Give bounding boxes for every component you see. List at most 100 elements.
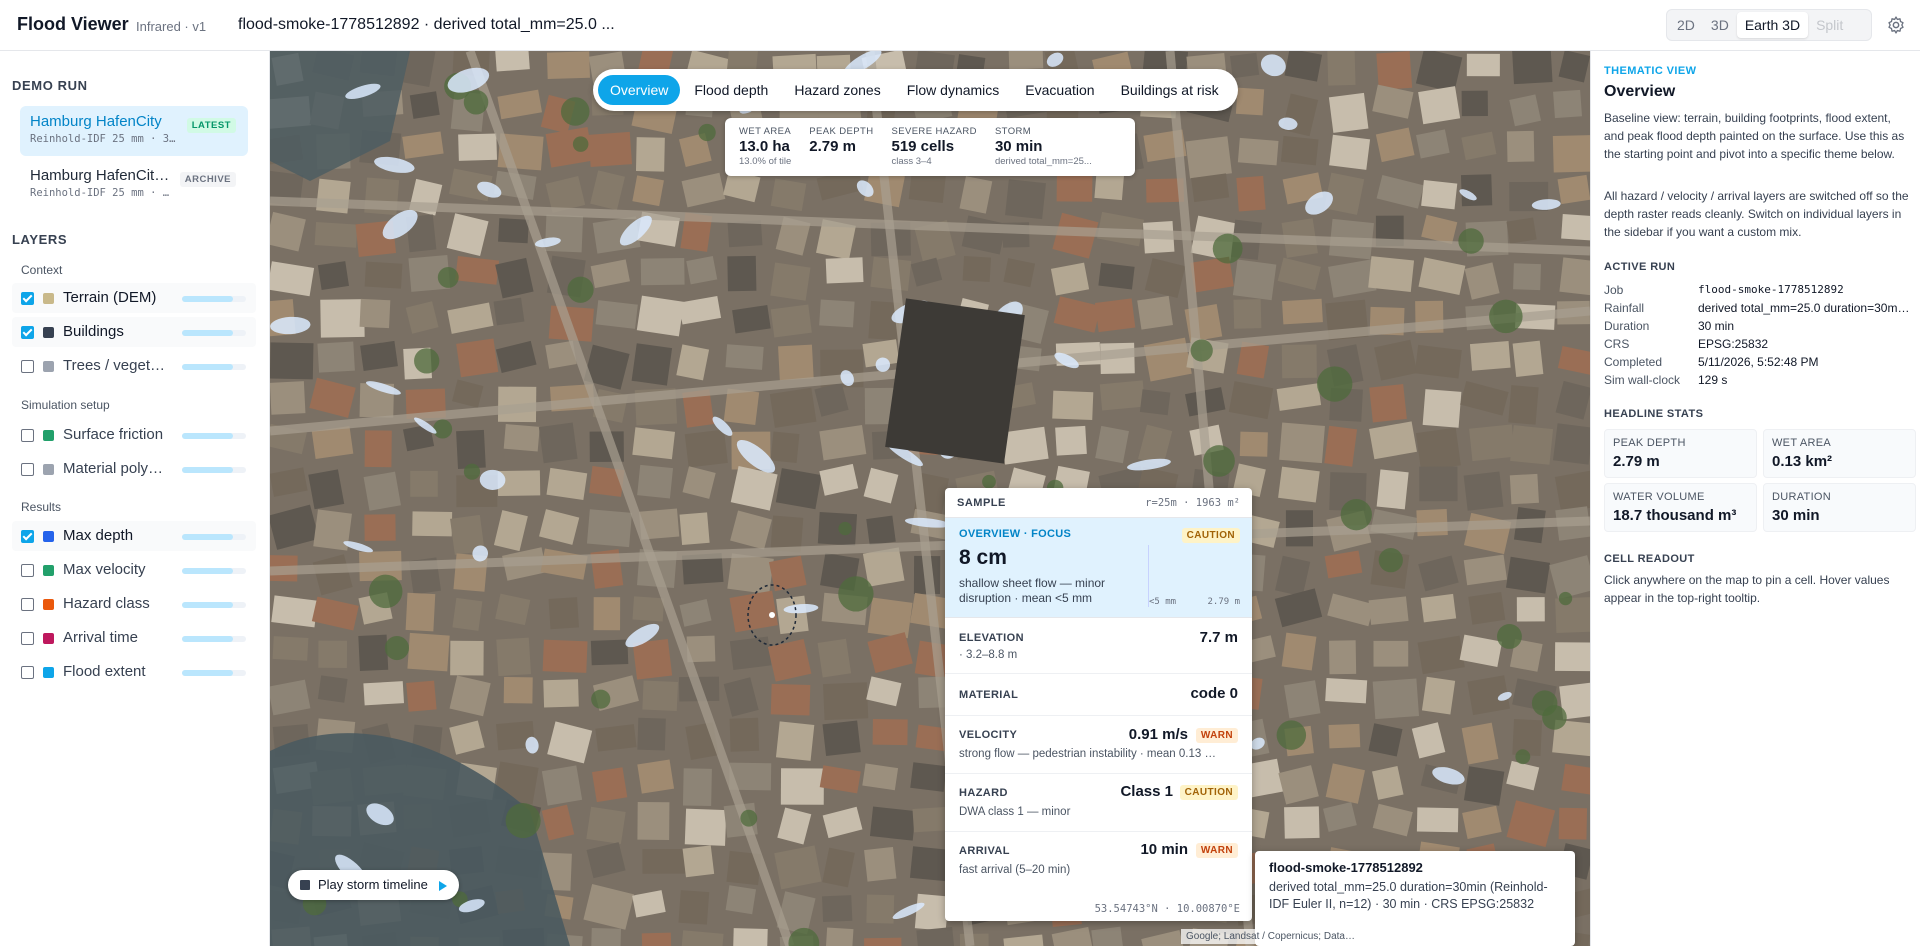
layer-row-arrival-time[interactable]: Arrival time xyxy=(12,623,256,653)
layer-opacity-slider[interactable] xyxy=(182,296,246,302)
tab-overview[interactable]: Overview xyxy=(598,75,681,105)
tab-evacuation[interactable]: Evacuation xyxy=(1013,75,1106,105)
layer-opacity-slider[interactable] xyxy=(182,433,246,439)
layer-row-max-velocity[interactable]: Max velocity xyxy=(12,555,256,585)
view-earth3d-button[interactable]: Earth 3D xyxy=(1736,12,1809,38)
elevation-value: 7.7 m xyxy=(1199,629,1238,646)
layer-checkbox[interactable] xyxy=(21,326,34,339)
layer-row-terrain[interactable]: Terrain (DEM) xyxy=(12,283,256,313)
play-storm-timeline-button[interactable]: Play storm timeline xyxy=(288,870,460,900)
view-split-button[interactable]: Split xyxy=(1808,12,1851,38)
layer-opacity-slider[interactable] xyxy=(182,534,246,540)
group-results: Results xyxy=(21,500,62,514)
opacity-fill xyxy=(182,467,234,473)
run-card-archive[interactable]: Hamburg HafenCit… Reinhold-IDF 25 mm · …… xyxy=(20,160,248,210)
tab-flow-dynamics[interactable]: Flow dynamics xyxy=(895,75,1012,105)
sample-panel: SAMPLE r=25m · 1963 m² OVERVIEW · FOCUS … xyxy=(945,488,1252,921)
tab-buildings-at-risk[interactable]: Buildings at risk xyxy=(1109,75,1231,105)
aerial-imagery xyxy=(270,51,1590,946)
thematic-view-title: Overview xyxy=(1604,83,1676,100)
top-bar: Flood Viewer Infrared · v1 flood-smoke-1… xyxy=(0,0,1920,51)
archive-badge: ARCHIVE xyxy=(179,172,236,187)
stat-storm: STORM 30 min derived total_mm=25... xyxy=(995,126,1092,168)
opacity-fill xyxy=(182,433,234,439)
layer-label: Trees / veget… xyxy=(63,357,165,374)
opacity-fill xyxy=(182,330,234,336)
headline-water-volume: WATER VOLUME 18.7 thousand m³ xyxy=(1604,483,1757,532)
play-icon xyxy=(439,880,448,891)
layer-checkbox[interactable] xyxy=(21,632,34,645)
layer-color-swatch xyxy=(43,361,54,372)
layer-row-material-polygons[interactable]: Material poly… xyxy=(12,454,256,484)
opacity-fill xyxy=(182,296,234,302)
layer-color-swatch xyxy=(43,464,54,475)
active-run-key: Completed xyxy=(1604,355,1663,369)
sample-coordinates: 53.54743°N · 10.00870°E xyxy=(1094,903,1240,915)
cell-readout-heading: CELL READOUT xyxy=(1604,553,1695,565)
gear-icon[interactable] xyxy=(1886,15,1906,35)
layer-label: Surface friction xyxy=(63,426,164,443)
view-2d-button[interactable]: 2D xyxy=(1669,12,1703,38)
caution-badge: CAUTION xyxy=(1181,528,1240,543)
layer-checkbox[interactable] xyxy=(21,292,34,305)
stat-card-value: 18.7 thousand m³ xyxy=(1613,507,1737,524)
app-title: Flood Viewer xyxy=(17,14,129,34)
headline-stats-heading: HEADLINE STATS xyxy=(1604,408,1704,420)
layer-checkbox[interactable] xyxy=(21,598,34,611)
pinned-cell-marker-icon[interactable] xyxy=(743,581,801,649)
group-simulation-setup: Simulation setup xyxy=(21,398,110,412)
layer-opacity-slider[interactable] xyxy=(182,568,246,574)
layer-checkbox[interactable] xyxy=(21,666,34,679)
group-context: Context xyxy=(21,263,63,277)
material-row: MATERIAL code 0 xyxy=(945,674,1252,716)
layer-opacity-slider[interactable] xyxy=(182,670,246,676)
layer-color-swatch xyxy=(43,531,54,542)
view-3d-button[interactable]: 3D xyxy=(1703,12,1737,38)
run-name: Hamburg HafenCity xyxy=(30,113,162,130)
tab-flood-depth[interactable]: Flood depth xyxy=(682,75,780,105)
layer-row-buildings[interactable]: Buildings xyxy=(12,317,256,347)
layer-checkbox[interactable] xyxy=(21,463,34,476)
active-run-key: Duration xyxy=(1604,319,1650,333)
layer-row-trees[interactable]: Trees / veget… xyxy=(12,351,256,381)
layer-row-flood-extent[interactable]: Flood extent xyxy=(12,657,256,687)
layer-label: Max depth xyxy=(63,527,134,544)
layers-heading: LAYERS xyxy=(12,232,68,247)
layer-checkbox[interactable] xyxy=(21,564,34,577)
layer-opacity-slider[interactable] xyxy=(182,602,246,608)
arrival-value: 10 min xyxy=(1140,841,1188,858)
layer-row-surface-friction[interactable]: Surface friction xyxy=(12,420,256,450)
layer-row-max-depth[interactable]: Max depth xyxy=(12,521,256,551)
velocity-row: VELOCITY 0.91 m/s WARN strong flow — ped… xyxy=(945,716,1252,774)
tab-hazard-zones[interactable]: Hazard zones xyxy=(782,75,892,105)
material-label: MATERIAL xyxy=(959,689,1019,701)
map-viewport[interactable]: Overview Flood depth Hazard zones Flow d… xyxy=(270,51,1590,946)
layer-row-hazard-class[interactable]: Hazard class xyxy=(12,589,256,619)
arrival-label: ARRIVAL xyxy=(959,845,1010,857)
active-run-value: 129 s xyxy=(1698,373,1728,387)
opacity-fill xyxy=(182,602,234,608)
layer-opacity-slider[interactable] xyxy=(182,467,246,473)
headline-wet-area: WET AREA 0.13 km² xyxy=(1763,429,1916,478)
layer-opacity-slider[interactable] xyxy=(182,330,246,336)
layer-opacity-slider[interactable] xyxy=(182,364,246,370)
layer-label: Arrival time xyxy=(63,629,139,646)
layer-color-swatch xyxy=(43,633,54,644)
active-run-key: Rainfall xyxy=(1604,301,1645,315)
layer-checkbox[interactable] xyxy=(21,530,34,543)
warn-badge: WARN xyxy=(1195,728,1238,743)
stat-sub: derived total_mm=25... xyxy=(994,156,1092,167)
stat-value: 2.79 m xyxy=(809,138,856,155)
stat-severe-hazard: SEVERE HAZARD 519 cells class 3–4 xyxy=(891,126,976,168)
scale-min: <5 mm xyxy=(1149,597,1177,607)
layer-checkbox[interactable] xyxy=(21,360,34,373)
run-meta: Reinhold-IDF 25 mm · … xyxy=(30,187,170,199)
layer-checkbox[interactable] xyxy=(21,429,34,442)
layer-opacity-slider[interactable] xyxy=(182,636,246,642)
velocity-label: VELOCITY xyxy=(959,729,1018,741)
run-card-latest[interactable]: Hamburg HafenCity Reinhold-IDF 25 mm · 3… xyxy=(20,106,248,156)
run-name: Hamburg HafenCit… xyxy=(30,167,170,184)
thematic-description-2: All hazard / velocity / arrival layers a… xyxy=(1604,189,1909,239)
map-attribution[interactable]: Google; Landsat / Copernicus; Data… xyxy=(1181,929,1360,944)
sample-radius: r=25m · 1963 m² xyxy=(1145,496,1240,509)
